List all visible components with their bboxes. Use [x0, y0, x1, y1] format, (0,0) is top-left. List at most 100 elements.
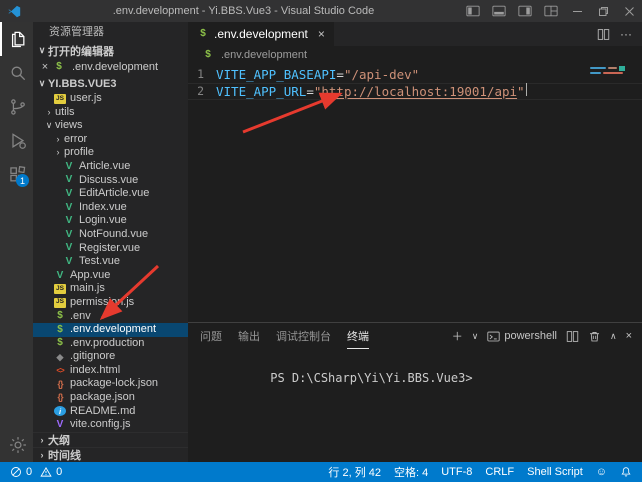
vue-icon: V: [63, 243, 75, 254]
open-editors-header[interactable]: ∨ 打开的编辑器: [33, 42, 188, 59]
kill-terminal-icon[interactable]: [588, 330, 601, 343]
panel-tab-terminal[interactable]: 终端: [347, 323, 369, 349]
window-title: .env.development - Yi.BBS.Vue3 - Visual …: [27, 5, 460, 17]
tree-item-profile[interactable]: ›profile: [33, 146, 188, 160]
tree-item-label: error: [64, 133, 87, 147]
notifications-bell-icon[interactable]: [620, 466, 632, 478]
code-line-1[interactable]: 1VITE_APP_BASEAPI="/api-dev": [188, 66, 642, 83]
close-tab-icon[interactable]: ×: [318, 27, 325, 41]
tree-item-label: .gitignore: [70, 350, 115, 364]
tree-item-.env[interactable]: $.env: [33, 310, 188, 324]
timeline-section-header[interactable]: › 时间线: [33, 447, 188, 462]
project-name-label: YI.BBS.VUE3: [48, 78, 116, 90]
tab-env-development[interactable]: $ .env.development ×: [188, 22, 334, 46]
terminal-output[interactable]: PS D:\CSharp\Yi\Yi.BBS.Vue3>: [188, 349, 642, 462]
tree-item-utils[interactable]: ›utils: [33, 106, 188, 120]
js-icon: JS: [54, 298, 66, 308]
tree-item-Index.vue[interactable]: VIndex.vue: [33, 201, 188, 215]
new-terminal-icon[interactable]: ＋: [452, 328, 463, 344]
maximize-panel-icon[interactable]: ∧: [610, 331, 617, 342]
tree-item-label: index.html: [70, 364, 120, 378]
tree-item-.env.development[interactable]: $.env.development: [33, 323, 188, 337]
split-editor-icon[interactable]: [597, 28, 610, 41]
tree-item-label: profile: [64, 146, 94, 160]
code-token: "/api-dev": [344, 66, 419, 83]
minimap-line: [590, 67, 632, 69]
chevron-right-icon: ›: [53, 146, 63, 160]
tree-item-index.html[interactable]: <>index.html: [33, 364, 188, 378]
project-section-header[interactable]: ∨ YI.BBS.VUE3: [33, 75, 188, 92]
breadcrumb[interactable]: $ .env.development: [188, 46, 642, 64]
terminal-instance-label: powershell: [504, 330, 557, 342]
vue-icon: V: [63, 216, 75, 227]
tree-item-Test.vue[interactable]: VTest.vue: [33, 255, 188, 269]
chevron-down-icon: ∨: [36, 78, 48, 89]
tree-item-Register.vue[interactable]: VRegister.vue: [33, 242, 188, 256]
extensions-icon[interactable]: 1: [0, 158, 33, 192]
restore-button[interactable]: [590, 0, 616, 22]
more-actions-icon[interactable]: ···: [620, 27, 632, 41]
vite-icon: V: [54, 420, 66, 431]
close-window-button[interactable]: [616, 0, 642, 22]
settings-gear-icon[interactable]: [0, 428, 33, 462]
timeline-label: 时间线: [48, 447, 81, 462]
js-icon: JS: [54, 284, 66, 294]
tree-item-package-lock.json[interactable]: {}package-lock.json: [33, 377, 188, 391]
terminal-dropdown-icon[interactable]: ∨: [472, 331, 479, 342]
editor-actions: ···: [597, 22, 642, 46]
panel-tab-problems[interactable]: 问题: [200, 323, 222, 349]
tree-item-permission.js[interactable]: JSpermission.js: [33, 296, 188, 310]
problems-status[interactable]: 0 0: [10, 466, 62, 478]
open-editor-item[interactable]: × $ .env.development: [33, 59, 188, 75]
tree-item-App.vue[interactable]: VApp.vue: [33, 269, 188, 283]
tree-item-user.js[interactable]: JSuser.js: [33, 92, 188, 106]
cursor-position[interactable]: 行 2, 列 42: [328, 464, 381, 480]
tree-item-Login.vue[interactable]: VLogin.vue: [33, 214, 188, 228]
tree-item-error[interactable]: ›error: [33, 133, 188, 147]
terminal-instance-powershell[interactable]: powershell: [487, 330, 557, 343]
tree-item-NotFound.vue[interactable]: VNotFound.vue: [33, 228, 188, 242]
split-terminal-icon[interactable]: [566, 330, 579, 343]
minimize-button[interactable]: [564, 0, 590, 22]
env-icon: $: [54, 311, 66, 322]
env-file-icon: $: [53, 62, 65, 73]
outline-section-header[interactable]: › 大纲: [33, 432, 188, 447]
tree-item-label: EditArticle.vue: [79, 187, 149, 201]
tree-item-Article.vue[interactable]: VArticle.vue: [33, 160, 188, 174]
source-control-icon[interactable]: [0, 90, 33, 124]
panel-tabs: 问题输出调试控制台终端: [200, 323, 385, 349]
tree-item-EditArticle.vue[interactable]: VEditArticle.vue: [33, 187, 188, 201]
toggle-sidebar-icon[interactable]: [460, 0, 486, 22]
encoding[interactable]: UTF-8: [441, 466, 472, 478]
toggle-secondary-sidebar-icon[interactable]: [512, 0, 538, 22]
search-icon[interactable]: [0, 56, 33, 90]
tree-item-.gitignore[interactable]: ◆.gitignore: [33, 350, 188, 364]
tree-item-views[interactable]: ∨views: [33, 119, 188, 133]
tab-label: .env.development: [214, 27, 308, 41]
tree-item-package.json[interactable]: {}package.json: [33, 391, 188, 405]
extensions-badge: 1: [16, 174, 29, 187]
vue-icon: V: [63, 175, 75, 186]
toggle-panel-icon[interactable]: [486, 0, 512, 22]
tree-item-README.md[interactable]: iREADME.md: [33, 405, 188, 419]
language-mode[interactable]: Shell Script: [527, 466, 583, 478]
eol-selector[interactable]: CRLF: [485, 466, 514, 478]
explorer-icon[interactable]: [0, 22, 33, 56]
indentation[interactable]: 空格: 4: [394, 464, 428, 480]
code-editor[interactable]: 1VITE_APP_BASEAPI="/api-dev"2VITE_APP_UR…: [188, 64, 642, 322]
feedback-icon[interactable]: ☺: [596, 466, 607, 478]
code-line-2[interactable]: 2VITE_APP_URL="http://localhost:19001/ap…: [188, 83, 642, 100]
tree-item-vite.config.js[interactable]: Vvite.config.js: [33, 418, 188, 432]
close-panel-icon[interactable]: ×: [626, 330, 632, 342]
text-cursor: [526, 83, 527, 96]
close-icon[interactable]: ×: [40, 61, 50, 73]
tree-item-Discuss.vue[interactable]: VDiscuss.vue: [33, 174, 188, 188]
tree-item-.env.production[interactable]: $.env.production: [33, 337, 188, 351]
code-token: VITE_APP_BASEAPI: [216, 66, 336, 83]
run-debug-icon[interactable]: [0, 124, 33, 158]
panel-tab-debug-console[interactable]: 调试控制台: [276, 323, 331, 349]
panel-tab-output[interactable]: 输出: [238, 323, 260, 349]
minimap[interactable]: [590, 67, 632, 77]
customize-layout-icon[interactable]: [538, 0, 564, 22]
tree-item-main.js[interactable]: JSmain.js: [33, 282, 188, 296]
